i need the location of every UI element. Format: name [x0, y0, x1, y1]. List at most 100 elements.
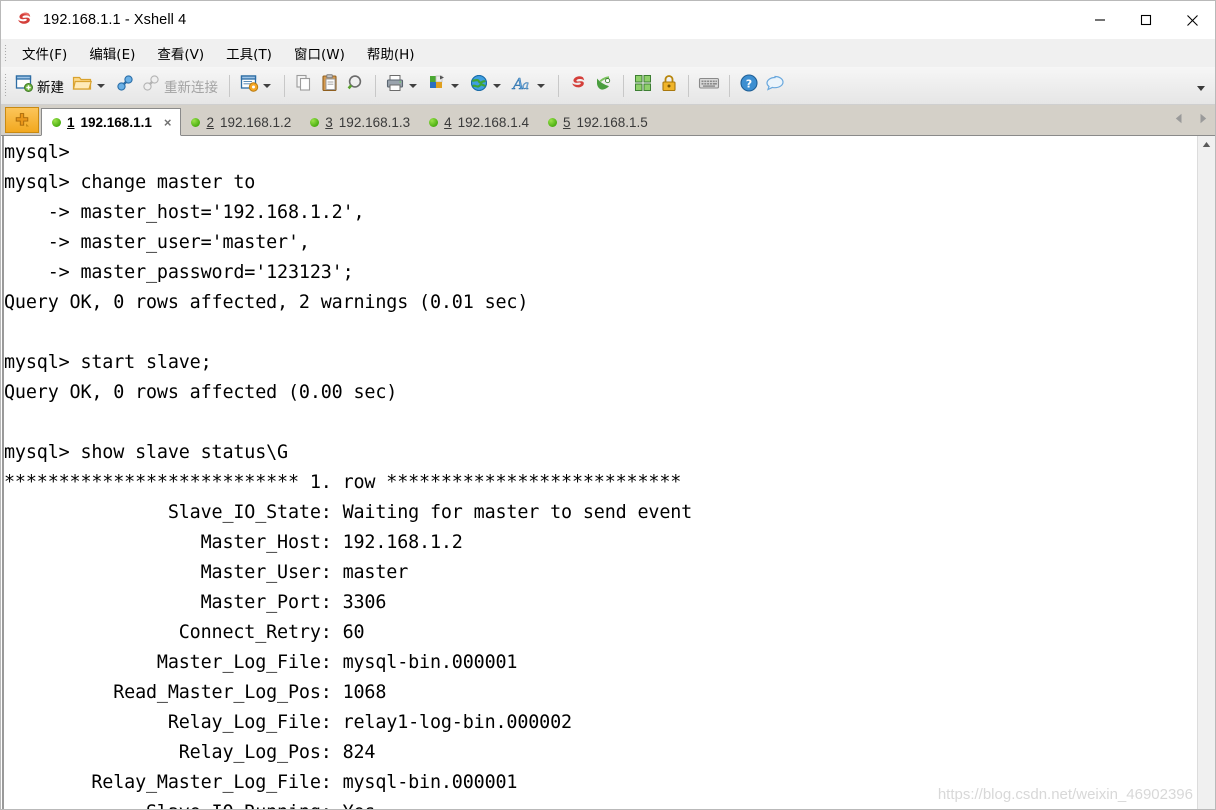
font-button[interactable]: A a	[508, 72, 552, 100]
copy-button	[291, 72, 317, 100]
tab-192-168-1-2[interactable]: 2 192.168.1.2	[181, 110, 300, 135]
keyboard-button[interactable]	[695, 72, 723, 100]
search-icon	[346, 73, 366, 98]
terminal-line: mysql> start slave;	[4, 352, 212, 373]
find-button[interactable]	[343, 72, 369, 100]
color-scheme-button[interactable]	[424, 72, 466, 100]
toolbar-overflow-button[interactable]	[1195, 81, 1207, 99]
menu-item-tools[interactable]: 工具(T)	[215, 40, 283, 66]
session-properties-caret-icon[interactable]	[263, 83, 271, 88]
menu-item-file[interactable]: 文件(F)	[11, 40, 78, 66]
globe-caret-icon[interactable]	[493, 83, 501, 88]
xshell-window: 192.168.1.1 - Xshell 4 文件(F) 编辑(E) 查看(V)…	[0, 0, 1216, 810]
help-button[interactable]: ?	[736, 72, 762, 100]
lock-icon	[659, 73, 679, 98]
tab-index: 4	[444, 115, 452, 130]
terminal-line: Master_Log_File: mysql-bin.000001	[4, 652, 518, 673]
tab-scroll-right-icon[interactable]	[1199, 111, 1207, 129]
new-tab-button[interactable]	[5, 107, 39, 133]
reconnect-link-icon	[141, 73, 161, 98]
lock-button[interactable]	[656, 72, 682, 100]
toolbar-separator	[229, 74, 230, 97]
copy-icon	[294, 73, 314, 98]
terminal-line: Query OK, 0 rows affected, 2 warnings (0…	[4, 292, 529, 313]
window-controls	[1077, 1, 1215, 39]
terminal-line: -> master_host='192.168.1.2',	[4, 202, 365, 223]
terminal-output[interactable]: mysql> mysql> change master to -> master…	[2, 136, 1197, 809]
new-session-button[interactable]: 新建	[11, 72, 69, 100]
scroll-up-arrow-icon[interactable]	[1198, 136, 1215, 153]
globe-button[interactable]	[466, 72, 508, 100]
chat-button[interactable]	[762, 72, 788, 100]
tab-close-icon[interactable]: ×	[164, 116, 172, 129]
toolbar-separator	[729, 74, 730, 97]
terminal-scrollbar[interactable]	[1197, 136, 1215, 809]
print-button[interactable]	[382, 72, 424, 100]
terminal-line: -> master_password='123123';	[4, 262, 354, 283]
xftp-button[interactable]	[591, 72, 617, 100]
arrange-windows-button[interactable]	[630, 72, 656, 100]
toolbar-separator	[284, 74, 285, 97]
tab-label: 192.168.1.1	[80, 114, 152, 130]
terminal-line: Relay_Log_File: relay1-log-bin.000002	[4, 712, 572, 733]
toolbar-separator	[375, 74, 376, 97]
tab-status-dot-icon	[191, 118, 201, 127]
title-bar-left: 192.168.1.1 - Xshell 4	[1, 10, 186, 30]
chat-bubble-icon	[765, 73, 785, 98]
toolbar-separator	[623, 74, 624, 97]
tab-label: 192.168.1.5	[576, 115, 648, 130]
minimize-button[interactable]	[1077, 1, 1123, 39]
xshell-logo-icon	[14, 10, 34, 30]
menu-item-view[interactable]: 查看(V)	[146, 40, 215, 66]
xshell-button[interactable]	[565, 72, 591, 100]
tab-index: 1	[67, 114, 75, 130]
menu-item-edit[interactable]: 编辑(E)	[78, 40, 146, 66]
xftp-icon	[594, 73, 614, 98]
open-folder-caret-icon[interactable]	[97, 83, 105, 88]
toolbar-separator	[558, 74, 559, 97]
keyboard-icon	[698, 74, 720, 97]
paste-button[interactable]	[317, 72, 343, 100]
color-palette-icon	[427, 73, 447, 98]
print-caret-icon[interactable]	[409, 83, 417, 88]
tab-index: 3	[325, 115, 333, 130]
new-session-icon	[14, 73, 34, 98]
xshell-icon	[568, 73, 588, 98]
connect-link-icon	[115, 73, 135, 98]
new-session-label: 新建	[37, 79, 64, 96]
terminal-line: *************************** 1. row *****…	[4, 472, 682, 493]
open-folder-button[interactable]	[69, 72, 112, 100]
session-properties-icon	[239, 73, 259, 98]
tab-navigation	[1175, 111, 1207, 129]
menu-bar: 文件(F) 编辑(E) 查看(V) 工具(T) 窗口(W) 帮助(H)	[1, 39, 1215, 67]
window-title: 192.168.1.1 - Xshell 4	[43, 12, 187, 28]
tab-192-168-1-3[interactable]: 3 192.168.1.3	[300, 110, 419, 135]
connect-button[interactable]	[112, 72, 138, 100]
tab-192-168-1-1[interactable]: 1 192.168.1.1 ×	[41, 108, 182, 136]
color-scheme-caret-icon[interactable]	[451, 83, 459, 88]
reconnect-button: 重新连接	[138, 72, 223, 100]
terminal-line: mysql> change master to	[4, 172, 256, 193]
tab-192-168-1-4[interactable]: 4 192.168.1.4	[419, 110, 538, 135]
toolbar-separator	[688, 74, 689, 97]
menu-item-help[interactable]: 帮助(H)	[356, 40, 426, 66]
help-icon: ?	[739, 73, 759, 98]
terminal-line: Master_Host: 192.168.1.2	[4, 532, 463, 553]
paste-icon	[320, 73, 340, 98]
title-bar: 192.168.1.1 - Xshell 4	[1, 1, 1215, 39]
tab-scroll-left-icon[interactable]	[1175, 111, 1183, 129]
terminal-line: Query OK, 0 rows affected (0.00 sec)	[4, 382, 398, 403]
terminal-line: Relay_Log_Pos: 824	[4, 742, 376, 763]
close-button[interactable]	[1169, 1, 1215, 39]
tab-192-168-1-5[interactable]: 5 192.168.1.5	[538, 110, 657, 135]
tab-label: 192.168.1.4	[457, 115, 529, 130]
menu-item-window[interactable]: 窗口(W)	[283, 40, 356, 66]
session-properties-button[interactable]	[236, 72, 278, 100]
terminal-line: -> master_user='master',	[4, 232, 310, 253]
reconnect-label: 重新连接	[164, 79, 218, 96]
tab-label: 192.168.1.3	[338, 115, 411, 130]
maximize-button[interactable]	[1123, 1, 1169, 39]
terminal-line: Master_User: master	[4, 562, 409, 583]
font-caret-icon[interactable]	[537, 83, 545, 88]
